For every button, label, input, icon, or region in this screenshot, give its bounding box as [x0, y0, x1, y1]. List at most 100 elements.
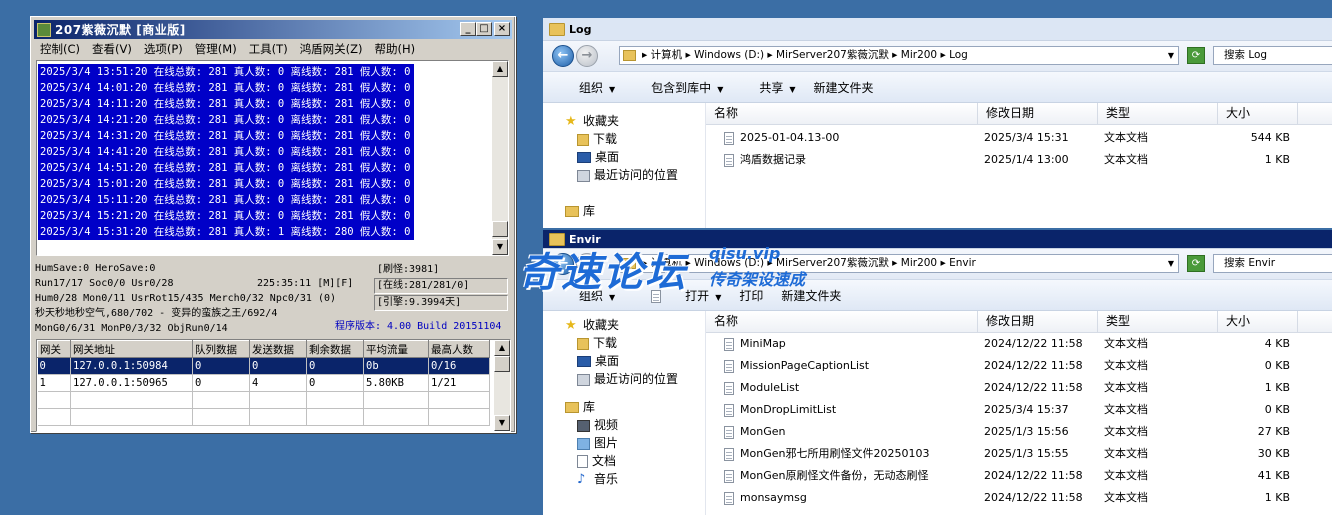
- menu-control[interactable]: 控制(C): [34, 41, 86, 57]
- col-name[interactable]: 名称: [706, 311, 978, 332]
- nav-downloads[interactable]: 下载: [577, 130, 617, 148]
- open-button[interactable]: 打开 ▼: [633, 287, 721, 304]
- share-button[interactable]: 共享 ▼: [741, 79, 795, 96]
- new-folder-button[interactable]: 新建文件夹: [781, 287, 841, 304]
- close-button[interactable]: ×: [494, 22, 510, 36]
- file-row[interactable]: MissionPageCaptionList 2024/12/22 11:58 …: [706, 355, 1332, 377]
- server-window: 207紫薇沉默 [商业版] _ □ × 控制(C) 查看(V) 选项(P) 管理…: [30, 16, 516, 433]
- minimize-button[interactable]: _: [460, 22, 476, 36]
- organize-button[interactable]: 组织 ▼: [561, 79, 615, 96]
- scroll-up-button[interactable]: ▲: [492, 61, 508, 77]
- breadcrumb[interactable]: Windows (D:): [694, 257, 764, 269]
- file-row[interactable]: ModuleList 2024/12/22 11:58 文本文档 1 KB: [706, 377, 1332, 399]
- back-button[interactable]: ←: [552, 253, 574, 275]
- file-row[interactable]: 鸿盾数据记录 2025/1/4 13:00 文本文档 1 KB: [706, 149, 1332, 171]
- breadcrumb[interactable]: MirServer207紫薇沉默: [776, 257, 889, 269]
- log-path-input[interactable]: ▸ 计算机 ▸ Windows (D:) ▸ MirServer207紫薇沉默 …: [619, 46, 1179, 65]
- table-row[interactable]: 0 127.0.0.1:50984 0 0 0 0b 0/16: [37, 357, 490, 375]
- col-date[interactable]: 修改日期: [978, 311, 1098, 332]
- forward-button[interactable]: →: [576, 45, 598, 67]
- log-scrollbar[interactable]: ▲ ▼: [492, 61, 508, 255]
- breadcrumb[interactable]: Mir200: [901, 257, 937, 269]
- col-name[interactable]: 名称: [706, 103, 978, 124]
- nav-pictures[interactable]: 图片: [577, 434, 618, 452]
- include-library-button[interactable]: 包含到库中 ▼: [633, 79, 723, 96]
- file-row[interactable]: MonGen 2025/1/3 15:56 文本文档 27 KB: [706, 421, 1332, 443]
- scroll-thumb[interactable]: [494, 356, 510, 372]
- menu-options[interactable]: 选项(P): [138, 41, 189, 57]
- new-folder-button[interactable]: 新建文件夹: [814, 79, 874, 96]
- col-size[interactable]: 大小: [1218, 103, 1298, 124]
- chevron-down-icon[interactable]: ▼: [1168, 255, 1174, 272]
- file-row[interactable]: monsaymsg 2024/12/22 11:58 文本文档 1 KB: [706, 487, 1332, 509]
- print-button[interactable]: 打印: [739, 287, 763, 304]
- cell: 0: [192, 357, 250, 375]
- nav-favorites[interactable]: ★ 收藏夹: [565, 112, 619, 130]
- col-remain[interactable]: 剩余数据: [306, 340, 364, 358]
- scroll-up-button[interactable]: ▲: [494, 340, 510, 356]
- nav-desktop[interactable]: 桌面: [577, 352, 619, 370]
- envir-titlebar[interactable]: Envir: [543, 230, 1332, 249]
- scroll-thumb[interactable]: [492, 221, 508, 237]
- file-row[interactable]: MonGen邪七所用刷怪文件20250103 2025/1/3 15:55 文本…: [706, 443, 1332, 465]
- scroll-down-button[interactable]: ▼: [492, 239, 508, 255]
- col-size[interactable]: 大小: [1218, 311, 1298, 332]
- menu-gateway[interactable]: 鸿盾网关(Z): [294, 41, 369, 57]
- breadcrumb[interactable]: 计算机: [651, 49, 683, 61]
- file-row[interactable]: 2025-01-04.13-00 2025/3/4 15:31 文本文档 544…: [706, 127, 1332, 149]
- col-queue[interactable]: 队列数据: [192, 340, 250, 358]
- file-row[interactable]: MiniMap 2024/12/22 11:58 文本文档 4 KB: [706, 333, 1332, 355]
- menu-tools[interactable]: 工具(T): [243, 41, 294, 57]
- col-traffic[interactable]: 平均流量: [363, 340, 429, 358]
- nav-libraries[interactable]: 库: [565, 202, 595, 220]
- text-file-icon: [724, 153, 734, 167]
- nav-downloads[interactable]: 下载: [577, 334, 617, 352]
- col-address[interactable]: 网关地址: [70, 340, 193, 358]
- menu-view[interactable]: 查看(V): [86, 41, 138, 57]
- breadcrumb[interactable]: 计算机: [651, 257, 683, 269]
- table-row[interactable]: 1 127.0.0.1:50965 0 4 0 5.80KB 1/21: [37, 374, 490, 392]
- organize-button[interactable]: 组织 ▼: [561, 287, 615, 304]
- nav-libraries[interactable]: 库: [565, 398, 595, 416]
- breadcrumb[interactable]: Windows (D:): [694, 49, 764, 61]
- chevron-down-icon[interactable]: ▼: [1168, 47, 1174, 64]
- nav-desktop[interactable]: 桌面: [577, 148, 619, 166]
- breadcrumb[interactable]: Mir200: [901, 49, 937, 61]
- log-memo[interactable]: 2025/3/4 13:51:20 在线总数: 281 真人数: 0 离线数: …: [36, 60, 509, 256]
- col-send[interactable]: 发送数据: [249, 340, 307, 358]
- col-max-users[interactable]: 最高人数: [428, 340, 490, 358]
- col-type[interactable]: 类型: [1098, 103, 1218, 124]
- server-titlebar[interactable]: 207紫薇沉默 [商业版] _ □ ×: [34, 20, 512, 39]
- col-type[interactable]: 类型: [1098, 311, 1218, 332]
- table-row[interactable]: [37, 408, 490, 426]
- menu-manage[interactable]: 管理(M): [189, 41, 243, 57]
- envir-search-input[interactable]: 搜索 Envir: [1213, 254, 1332, 273]
- gateway-grid[interactable]: 网关 网关地址 队列数据 发送数据 剩余数据 平均流量 最高人数 0 127.0…: [36, 339, 511, 432]
- nav-favorites[interactable]: ★ 收藏夹: [565, 316, 619, 334]
- grid-scrollbar[interactable]: ▲ ▼: [494, 340, 510, 431]
- col-gateway[interactable]: 网关: [37, 340, 71, 358]
- menu-help[interactable]: 帮助(H): [369, 41, 422, 57]
- breadcrumb[interactable]: MirServer207紫薇沉默: [776, 49, 889, 61]
- forward-button[interactable]: →: [576, 253, 598, 275]
- refresh-icon[interactable]: ⟳: [1187, 255, 1205, 272]
- log-titlebar[interactable]: Log: [543, 18, 1332, 41]
- back-button[interactable]: ←: [552, 45, 574, 67]
- maximize-button[interactable]: □: [476, 22, 492, 36]
- nav-documents[interactable]: 文档: [577, 452, 616, 470]
- nav-videos[interactable]: 视频: [577, 416, 618, 434]
- scroll-down-button[interactable]: ▼: [494, 415, 510, 431]
- nav-recent[interactable]: 最近访问的位置: [577, 370, 678, 388]
- file-row[interactable]: MonDropLimitList 2025/3/4 15:37 文本文档 0 K…: [706, 399, 1332, 421]
- nav-music[interactable]: ♪ 音乐: [577, 470, 618, 488]
- breadcrumb[interactable]: Log: [949, 49, 968, 61]
- status-panel: HumSave:0 HeroSave:0 Run17/17 Soc0/0 Usr…: [35, 261, 513, 339]
- file-row[interactable]: MonGen原刷怪文件备份，无动态刷怪 2024/12/22 11:58 文本文…: [706, 465, 1332, 487]
- log-search-input[interactable]: 搜索 Log: [1213, 46, 1332, 65]
- table-row[interactable]: [37, 391, 490, 409]
- nav-recent[interactable]: 最近访问的位置: [577, 166, 678, 184]
- breadcrumb[interactable]: Envir: [949, 257, 976, 269]
- col-date[interactable]: 修改日期: [978, 103, 1098, 124]
- refresh-icon[interactable]: ⟳: [1187, 47, 1205, 64]
- envir-path-input[interactable]: ▸ 计算机 ▸ Windows (D:) ▸ MirServer207紫薇沉默 …: [619, 254, 1179, 273]
